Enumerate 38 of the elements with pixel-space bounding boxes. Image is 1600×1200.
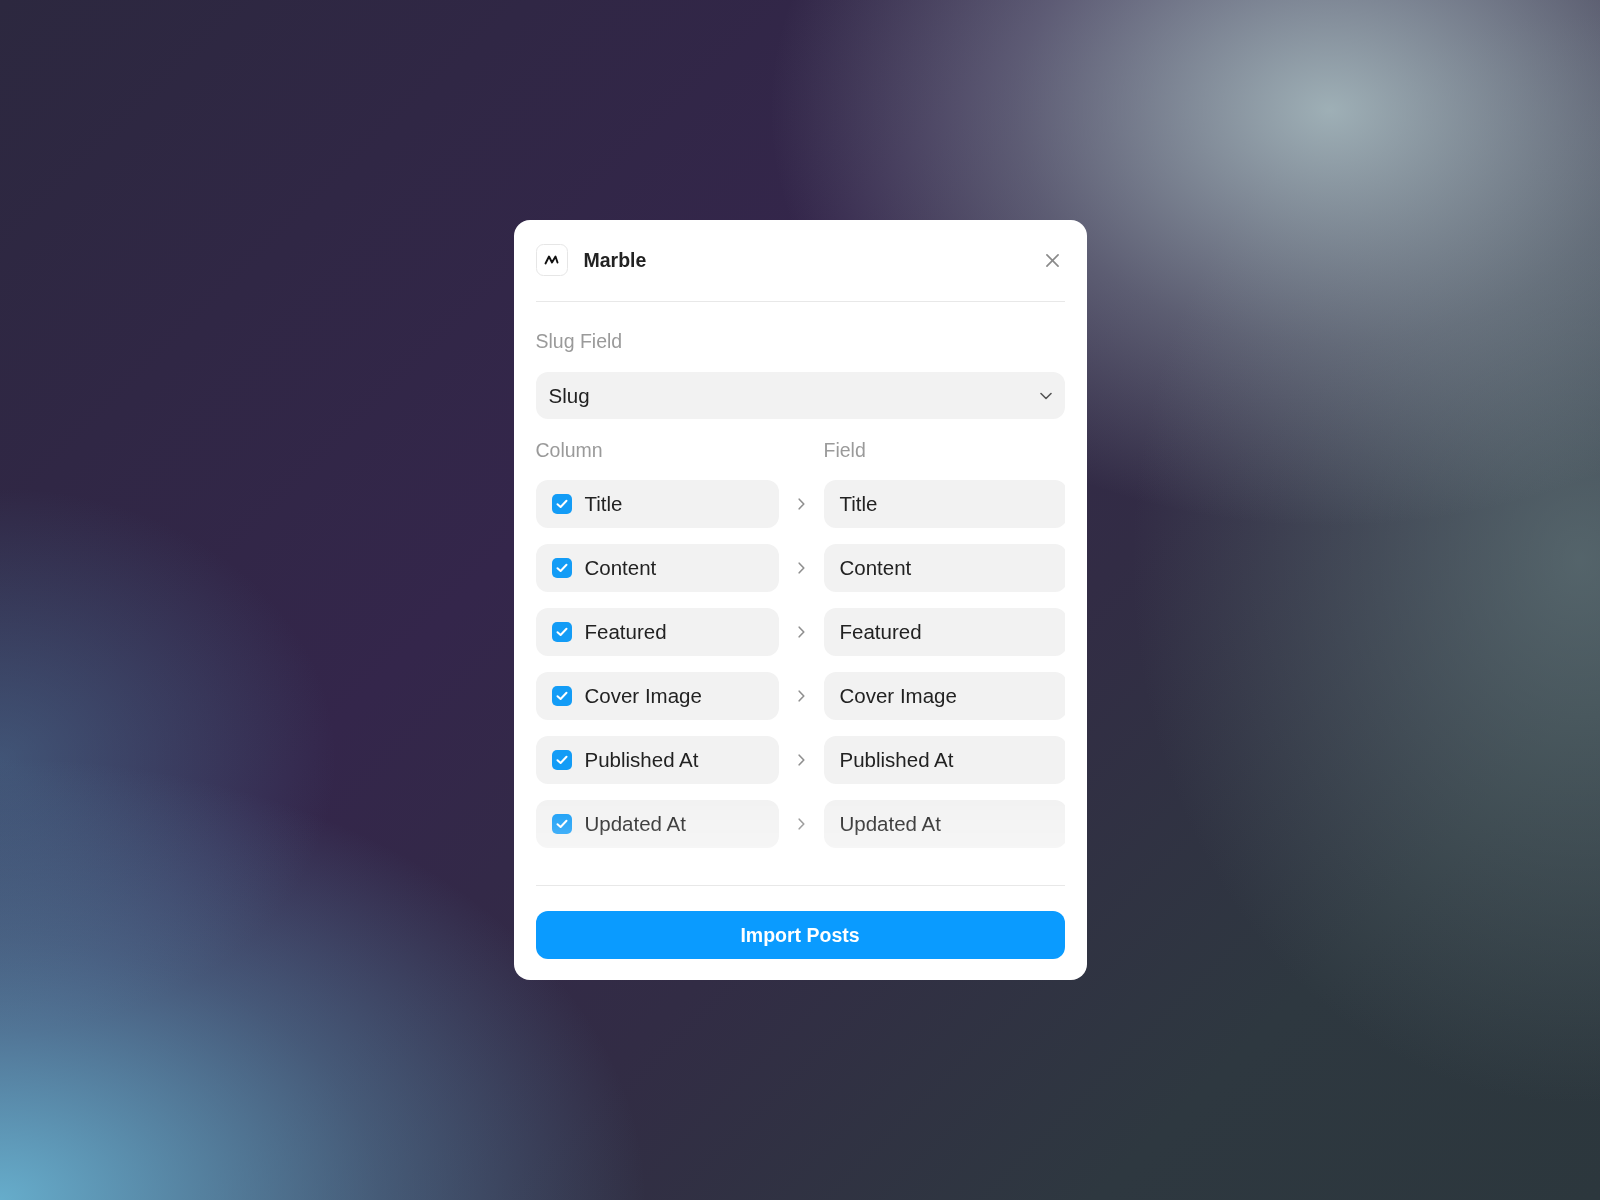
field-input[interactable]: Published At xyxy=(823,736,1067,785)
column-option[interactable]: Updated At xyxy=(535,800,779,849)
checkbox[interactable] xyxy=(551,686,572,707)
chevron-right-icon xyxy=(797,754,805,767)
column-header: Column xyxy=(535,439,603,462)
column-option[interactable]: Featured xyxy=(535,608,779,657)
checkbox[interactable] xyxy=(551,814,572,835)
field-input[interactable]: Cover Image xyxy=(823,672,1067,721)
column-label: Updated At xyxy=(584,812,686,837)
checkbox[interactable] xyxy=(551,622,572,643)
column-option[interactable]: Content xyxy=(535,544,779,593)
checkbox[interactable] xyxy=(551,558,572,579)
chevron-right-icon xyxy=(797,626,805,639)
slug-select[interactable]: Slug xyxy=(535,372,1065,420)
chevron-right-icon xyxy=(797,690,805,703)
chevron-right-icon xyxy=(797,498,805,511)
dialog-title: Marble xyxy=(583,248,647,272)
column-label: Published At xyxy=(584,748,699,773)
checkbox[interactable] xyxy=(551,494,572,515)
column-label: Cover Image xyxy=(584,684,702,709)
column-option[interactable]: Published At xyxy=(535,736,779,785)
checkbox[interactable] xyxy=(551,750,572,771)
column-option[interactable]: Cover Image xyxy=(535,672,779,721)
field-header: Field xyxy=(823,439,866,462)
field-label: Slug Field xyxy=(535,330,623,352)
logo-icon xyxy=(535,244,568,276)
column-label: Featured xyxy=(584,620,667,645)
chevron-down-icon xyxy=(1039,391,1052,400)
field-input[interactable]: Featured xyxy=(823,608,1067,657)
column-option[interactable]: Title xyxy=(535,480,779,529)
field-input[interactable]: Title xyxy=(823,480,1067,529)
field-input[interactable]: Updated At xyxy=(823,800,1067,849)
column-label: Title xyxy=(584,492,623,517)
chevron-right-icon xyxy=(797,818,805,831)
close-icon[interactable] xyxy=(1045,253,1059,267)
column-label: Content xyxy=(584,556,657,581)
chevron-right-icon xyxy=(797,562,805,575)
field-input[interactable]: Content xyxy=(823,544,1067,593)
